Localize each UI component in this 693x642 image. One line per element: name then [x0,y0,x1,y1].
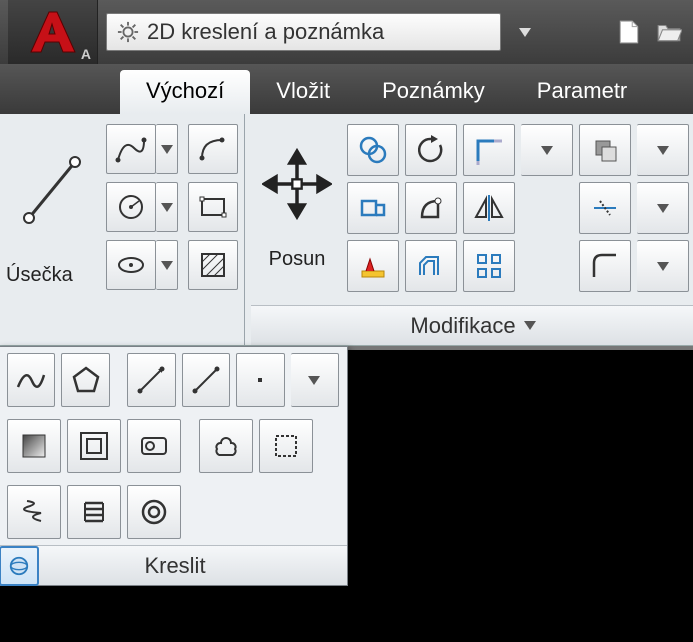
array-button[interactable] [463,240,515,292]
point-button[interactable] [236,353,284,407]
wipeout-button[interactable] [259,419,313,473]
rectangle-button[interactable] [188,182,238,232]
polyline-dropdown[interactable] [156,124,178,174]
tab-poznamky[interactable]: Poznámky [356,70,511,114]
panel-modify-label: Modifikace [410,313,515,339]
polygon-button[interactable] [61,353,109,407]
panel-draw: Úsečka [0,114,245,345]
revision-cloud-button[interactable] [199,419,253,473]
fillet-dropdown[interactable] [637,240,689,292]
explode-button[interactable] [347,240,399,292]
ray-button[interactable] [182,353,230,407]
line-tool-button[interactable] [6,120,98,260]
trim-button[interactable] [463,124,515,176]
circle-dropdown[interactable] [156,182,178,232]
mirror-button[interactable] [463,182,515,234]
erase-button[interactable] [579,124,631,176]
copy-button[interactable] [347,124,399,176]
trim-dropdown[interactable] [521,124,573,176]
app-menu-button[interactable]: A [8,0,98,64]
sphere-icon [8,555,30,577]
workspace-label: 2D kreslení a poznámka [147,19,384,45]
title-bar: A 2D kreslení a poznámka [0,0,693,64]
scale-button[interactable] [405,182,457,234]
new-file-button[interactable] [613,16,645,48]
flyout-pin-button[interactable] [0,546,39,586]
construction-line-button[interactable] [127,353,175,407]
helix-button[interactable] [7,485,61,539]
chamfer-dropdown[interactable] [637,182,689,234]
ellipse-button[interactable] [106,240,156,290]
donut-button[interactable] [127,485,181,539]
spline-button[interactable] [7,353,55,407]
hatch-button[interactable] [188,240,238,290]
region-button[interactable] [127,419,181,473]
circle-button[interactable] [106,182,156,232]
gradient-button[interactable] [7,419,61,473]
gear-icon [117,21,139,43]
draw-flyout-panel: Kreslit [0,346,348,586]
panel-modify: Posun [245,114,693,345]
ellipse-dropdown[interactable] [156,240,178,290]
boundary-button[interactable] [67,419,121,473]
workspace-dropdown-icon[interactable] [519,28,531,37]
flyout-title: Kreslit [43,553,307,579]
rotate-button[interactable] [405,124,457,176]
move-tool-button[interactable] [257,124,337,244]
line-label: Úsečka [6,260,98,293]
app-sub-a-icon: A [81,46,91,62]
workspace-selector[interactable]: 2D kreslení a poznámka [106,13,501,51]
flyout-footer[interactable]: Kreslit [0,545,347,585]
chevron-down-icon [524,321,536,330]
erase-dropdown[interactable] [637,124,689,176]
chamfer-button[interactable] [579,182,631,234]
spring-button[interactable] [67,485,121,539]
ribbon-tabs: Výchozí Vložit Poznámky Parametr [0,64,693,114]
tab-vychozi[interactable]: Výchozí [120,70,250,114]
offset-button[interactable] [405,240,457,292]
stretch-button[interactable] [347,182,399,234]
ribbon: Úsečka [0,114,693,346]
polyline-button[interactable] [106,124,156,174]
move-label: Posun [257,244,337,277]
open-file-button[interactable] [653,16,685,48]
arc-button[interactable] [188,124,238,174]
tab-vlozit[interactable]: Vložit [250,70,356,114]
point-dropdown[interactable] [291,353,339,407]
tab-parametr[interactable]: Parametr [511,70,653,114]
panel-modify-footer[interactable]: Modifikace [251,305,693,345]
fillet-button[interactable] [579,240,631,292]
